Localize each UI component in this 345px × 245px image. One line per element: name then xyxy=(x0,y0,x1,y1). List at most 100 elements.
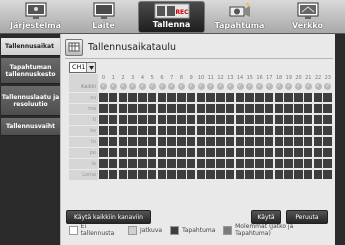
hour-header[interactable]: 7 ✓ xyxy=(167,74,176,92)
schedule-cell[interactable] xyxy=(157,104,167,113)
schedule-cell[interactable] xyxy=(118,159,128,168)
schedule-cell[interactable] xyxy=(138,115,147,124)
schedule-cell[interactable] xyxy=(128,104,137,113)
schedule-cell[interactable] xyxy=(118,126,128,135)
schedule-cell[interactable] xyxy=(206,115,215,124)
schedule-cell[interactable] xyxy=(303,137,313,146)
day-label[interactable]: pe xyxy=(69,148,98,158)
schedule-cell[interactable] xyxy=(274,93,284,102)
hour-header[interactable]: 3 ✓ xyxy=(128,74,137,92)
schedule-cell[interactable] xyxy=(216,148,225,157)
schedule-cell[interactable] xyxy=(245,104,254,113)
schedule-cell[interactable] xyxy=(177,93,186,102)
schedule-cell[interactable] xyxy=(147,93,157,102)
schedule-cell[interactable] xyxy=(108,126,118,135)
schedule-cell[interactable] xyxy=(206,93,215,102)
schedule-cell[interactable] xyxy=(177,115,186,124)
schedule-cell[interactable] xyxy=(128,170,137,179)
schedule-cell[interactable] xyxy=(118,148,128,157)
hour-header[interactable]: 21 ✓ xyxy=(304,74,313,92)
schedule-cell[interactable] xyxy=(225,93,235,102)
schedule-cell[interactable] xyxy=(216,115,225,124)
apply-button[interactable]: Käytä xyxy=(251,210,281,224)
schedule-cell[interactable] xyxy=(245,115,254,124)
schedule-cell[interactable] xyxy=(313,115,323,124)
sidebar-item-tapahtuman-tallennuskesto[interactable]: Tapahtuman tallennuskesto xyxy=(1,58,60,84)
schedule-cell[interactable] xyxy=(167,137,176,146)
hour-header[interactable]: 16 ✓ xyxy=(255,74,264,92)
hour-header[interactable]: 5 ✓ xyxy=(148,74,157,92)
schedule-cell[interactable] xyxy=(235,93,245,102)
schedule-cell[interactable] xyxy=(274,170,284,179)
schedule-cell[interactable] xyxy=(274,104,284,113)
hour-header[interactable]: 18 ✓ xyxy=(275,74,284,92)
schedule-cell[interactable] xyxy=(157,148,167,157)
sidebar-item-tallennusvaiht[interactable]: Tallennusvaiht xyxy=(1,118,60,136)
schedule-cell[interactable] xyxy=(284,137,293,146)
schedule-cell[interactable] xyxy=(264,126,274,135)
schedule-cell[interactable] xyxy=(206,126,215,135)
hour-header[interactable]: 0 ✓ xyxy=(99,74,108,92)
nav-tab-laite[interactable]: Laite xyxy=(70,1,137,33)
schedule-cell[interactable] xyxy=(313,148,323,157)
schedule-cell[interactable] xyxy=(206,148,215,157)
schedule-cell[interactable] xyxy=(128,126,137,135)
schedule-cell[interactable] xyxy=(138,148,147,157)
schedule-cell[interactable] xyxy=(99,170,108,179)
schedule-cell[interactable] xyxy=(186,137,196,146)
schedule-cell[interactable] xyxy=(167,115,176,124)
day-label[interactable]: la xyxy=(69,159,98,169)
schedule-cell[interactable] xyxy=(128,137,137,146)
schedule-cell[interactable] xyxy=(225,148,235,157)
schedule-cell[interactable] xyxy=(128,159,137,168)
schedule-cell[interactable] xyxy=(235,126,245,135)
hour-header[interactable]: 2 ✓ xyxy=(119,74,128,92)
hour-header[interactable]: 8 ✓ xyxy=(177,74,186,92)
hour-header[interactable]: 15 ✓ xyxy=(245,74,254,92)
schedule-cell[interactable] xyxy=(274,148,284,157)
day-label[interactable]: to xyxy=(69,137,98,147)
schedule-cell[interactable] xyxy=(157,137,167,146)
schedule-cell[interactable] xyxy=(323,126,332,135)
schedule-cell[interactable] xyxy=(118,93,128,102)
schedule-cell[interactable] xyxy=(216,126,225,135)
schedule-cell[interactable] xyxy=(225,137,235,146)
schedule-cell[interactable] xyxy=(225,170,235,179)
cancel-button[interactable]: Peruuta xyxy=(286,210,328,224)
schedule-cell[interactable] xyxy=(323,159,332,168)
schedule-cell[interactable] xyxy=(235,159,245,168)
hour-header[interactable]: 19 ✓ xyxy=(284,74,293,92)
hour-header[interactable]: 10 ✓ xyxy=(197,74,206,92)
schedule-cell[interactable] xyxy=(245,93,254,102)
schedule-cell[interactable] xyxy=(303,126,313,135)
schedule-cell[interactable] xyxy=(138,104,147,113)
schedule-cell[interactable] xyxy=(235,115,245,124)
schedule-cell[interactable] xyxy=(284,159,293,168)
schedule-cell[interactable] xyxy=(99,115,108,124)
schedule-cell[interactable] xyxy=(186,126,196,135)
schedule-cell[interactable] xyxy=(274,159,284,168)
schedule-cell[interactable] xyxy=(216,159,225,168)
schedule-cell[interactable] xyxy=(147,159,157,168)
schedule-cell[interactable] xyxy=(216,137,225,146)
schedule-cell[interactable] xyxy=(216,104,225,113)
schedule-cell[interactable] xyxy=(128,93,137,102)
schedule-cell[interactable] xyxy=(206,170,215,179)
schedule-cell[interactable] xyxy=(294,148,303,157)
day-label[interactable]: Loma xyxy=(69,170,98,180)
sidebar-item-tallennusaikat[interactable]: Tallennusaikat xyxy=(1,38,60,56)
schedule-cell[interactable] xyxy=(264,159,274,168)
hour-header[interactable]: 13 ✓ xyxy=(226,74,235,92)
schedule-cell[interactable] xyxy=(225,159,235,168)
channel-select[interactable]: CH1 xyxy=(69,62,96,73)
hour-header[interactable]: 20 ✓ xyxy=(294,74,303,92)
schedule-cell[interactable] xyxy=(138,170,147,179)
schedule-cell[interactable] xyxy=(313,137,323,146)
schedule-cell[interactable] xyxy=(157,159,167,168)
schedule-cell[interactable] xyxy=(264,137,274,146)
schedule-cell[interactable] xyxy=(99,148,108,157)
schedule-cell[interactable] xyxy=(186,148,196,157)
schedule-cell[interactable] xyxy=(303,148,313,157)
schedule-cell[interactable] xyxy=(147,137,157,146)
schedule-cell[interactable] xyxy=(235,148,245,157)
